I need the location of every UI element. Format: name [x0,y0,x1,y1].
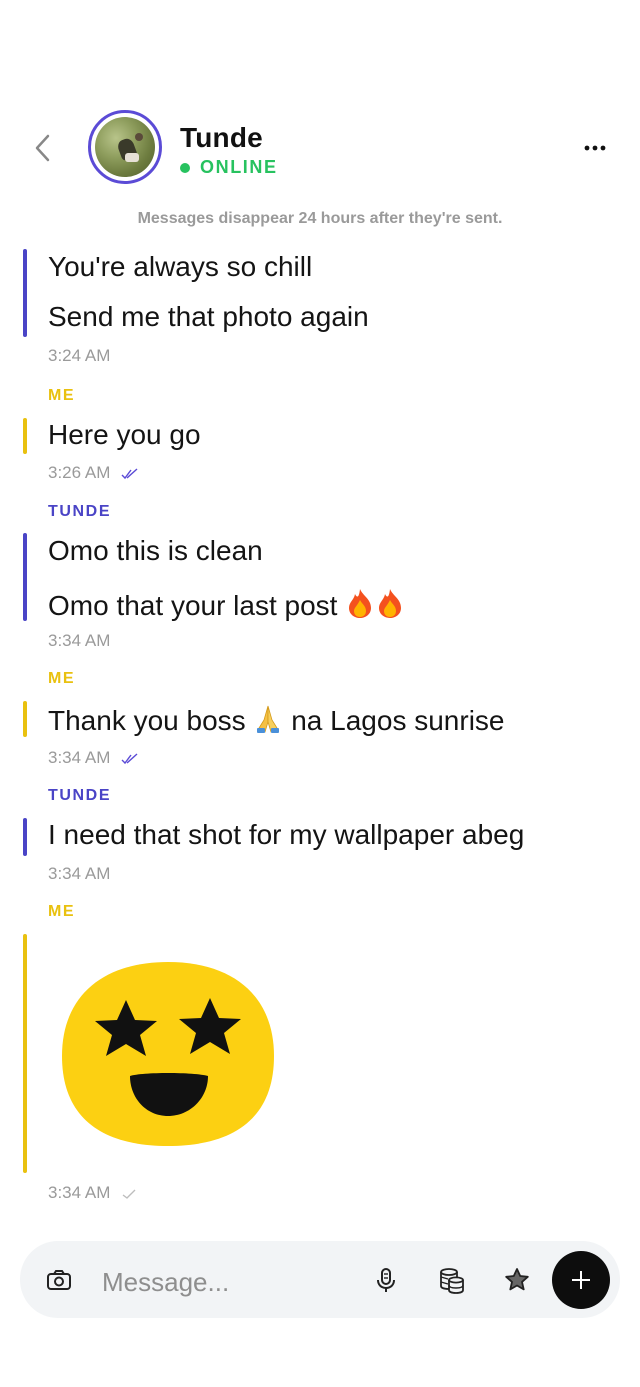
message-bar [23,418,27,454]
folded-hands-emoji-icon [257,705,280,733]
message-text[interactable]: Here you go [48,419,201,451]
star-icon[interactable] [503,1266,531,1294]
online-dot-icon [180,163,190,173]
message-text[interactable]: Omo this is clean [48,535,263,567]
message-input[interactable] [100,1262,344,1302]
fire-emoji-icon [379,589,402,618]
sender-label: TUNDE [48,503,112,520]
status-label: ONLINE [200,157,278,177]
read-receipt-icon [121,752,138,764]
star-struck-emoji-sticker[interactable] [58,958,278,1150]
message-text: na Lagos sunrise [291,705,505,736]
read-receipt-icon [121,467,138,479]
more-horizontal-icon[interactable] [582,140,608,156]
message-time: 3:34 AM [48,864,111,883]
avatar-photo [95,117,155,177]
message-text[interactable]: Send me that photo again [48,301,369,333]
message-line[interactable]: Omo that your last post [48,587,405,622]
message-time: 3:34 AM [48,631,111,650]
message-bar [23,701,27,737]
sender-label: ME [48,670,76,687]
message-line[interactable]: Thank you boss na Lagos sunrise [48,702,505,737]
message-text: Omo that your last post [48,590,338,621]
disappearing-notice: Messages disappear 24 hours after they'r… [137,210,503,227]
message-time: 3:24 AM [48,346,111,365]
avatar[interactable] [88,110,162,184]
message-time: 3:26 AM [48,463,111,482]
message-time: 3:34 AM [48,1183,111,1202]
message-text[interactable]: I need that shot for my wallpaper abeg [48,819,524,851]
plus-icon [572,1271,590,1289]
message-time-row: 3:34 AM [48,748,139,768]
coins-icon[interactable] [438,1266,466,1294]
sender-label: TUNDE [48,787,112,804]
add-button[interactable] [552,1251,610,1309]
sender-label: ME [48,387,76,404]
back-chevron-icon[interactable] [30,130,58,166]
message-text[interactable]: You're always so chill [48,251,312,283]
message-time: 3:34 AM [48,748,111,767]
message-bar [23,249,27,337]
sent-receipt-icon [122,1189,136,1199]
message-bar [23,533,27,621]
contact-name[interactable]: Tunde [180,122,263,154]
message-time-row: 3:34 AM [48,1183,137,1203]
fire-emoji-icon [349,589,372,618]
microphone-icon[interactable] [372,1266,400,1294]
message-bar [23,934,27,1173]
message-time-row: 3:26 AM [48,463,139,483]
sender-label: ME [48,903,76,920]
camera-icon[interactable] [45,1266,73,1294]
message-bar [23,818,27,856]
message-text: Thank you boss [48,705,246,736]
